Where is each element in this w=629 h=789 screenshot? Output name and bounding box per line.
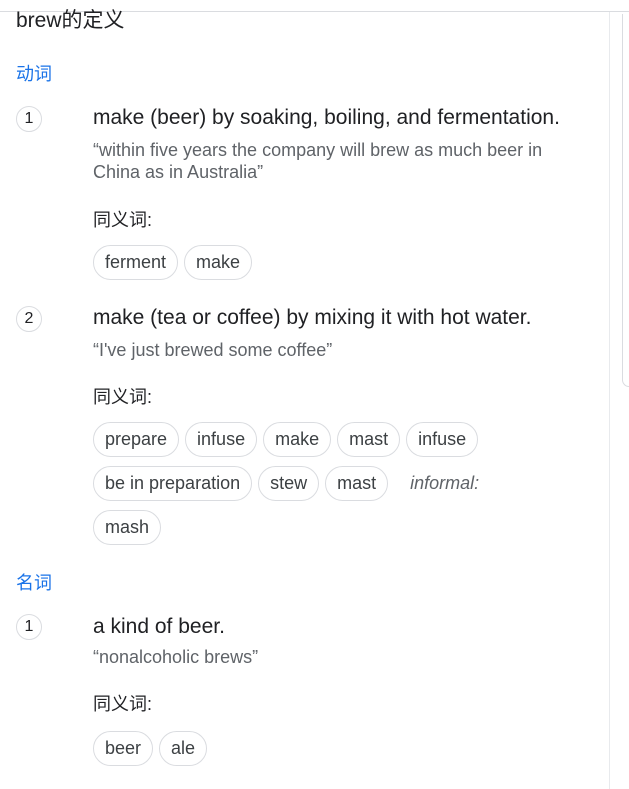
synonym-chip[interactable]: mash — [93, 510, 162, 545]
synonym-chips: beer ale — [93, 731, 208, 766]
sense-number: 1 — [16, 614, 42, 640]
synonym-chip[interactable]: mast — [325, 466, 389, 501]
part-of-speech-verb: 动词 — [16, 64, 52, 84]
synonym-chip[interactable]: infuse — [185, 422, 258, 457]
sense-number: 2 — [16, 306, 42, 332]
synonym-chip[interactable]: ferment — [93, 245, 179, 280]
synonym-chip[interactable]: prepare — [93, 422, 180, 457]
example-sentence: “nonalcoholic brews” — [93, 647, 259, 667]
synonym-chip[interactable]: be in preparation — [93, 466, 253, 501]
right-divider — [609, 12, 610, 789]
definition-text: a kind of beer. — [93, 615, 225, 638]
page-title: brew的定义 — [16, 9, 125, 32]
synonym-chip[interactable]: infuse — [406, 422, 479, 457]
sense-number: 1 — [16, 106, 42, 132]
side-panel-edge — [622, 14, 629, 387]
register-label: informal: — [410, 473, 480, 493]
synonym-chips: prepare infuse make mast infuse — [93, 422, 479, 457]
part-of-speech-noun: 名词 — [16, 573, 52, 593]
synonym-chip[interactable]: ale — [159, 731, 208, 766]
example-sentence: “I've just brewed some coffee” — [93, 340, 333, 360]
synonym-chip[interactable]: mast — [337, 422, 401, 457]
synonym-chip[interactable]: make — [184, 245, 253, 280]
synonym-chip[interactable]: make — [263, 422, 332, 457]
example-sentence: “within five years the company will brew… — [93, 140, 543, 182]
definition-text: make (tea or coffee) by mixing it with h… — [93, 306, 532, 329]
synonym-chips: mash — [93, 510, 162, 545]
synonyms-label: 同义词: — [93, 210, 153, 230]
definition-text: make (beer) by soaking, boiling, and fer… — [93, 106, 560, 129]
synonym-chips: be in preparation stew mast informal: — [93, 466, 479, 501]
synonym-chip[interactable]: beer — [93, 731, 154, 766]
synonyms-label: 同义词: — [93, 694, 153, 714]
synonyms-label: 同义词: — [93, 387, 153, 407]
synonym-chips: ferment make — [93, 245, 253, 280]
synonym-chip[interactable]: stew — [258, 466, 320, 501]
